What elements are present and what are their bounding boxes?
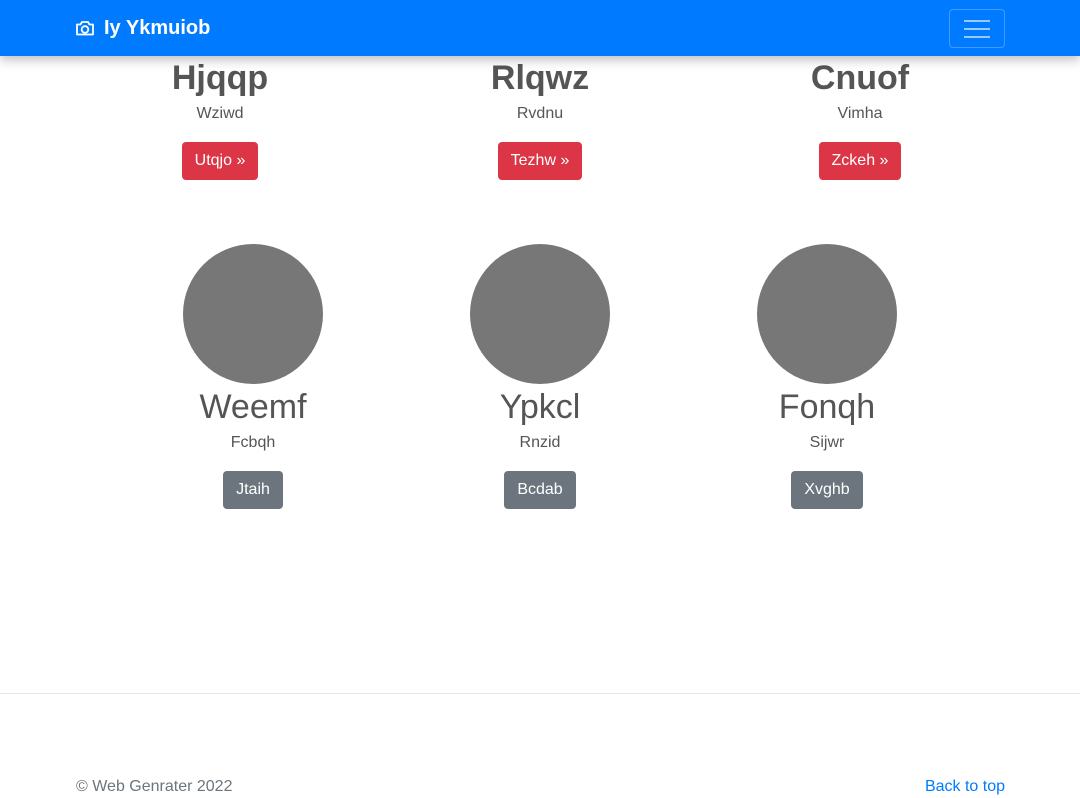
navbar-toggler-button[interactable] (949, 9, 1005, 48)
card-heading: Ypkcl (499, 388, 581, 426)
back-to-top-link[interactable]: Back to top (925, 777, 1005, 797)
card-text: Vimha (837, 105, 883, 122)
profile-card: Fonqh Sijwr Xvghb (737, 244, 917, 509)
copyright-text: © Web Genrater 2022 (76, 778, 233, 795)
card-action-button[interactable]: Jtaih (223, 471, 283, 509)
card-text: Rnzid (519, 434, 561, 451)
brand-text: Iy Ykmuiob (104, 17, 211, 39)
avatar (470, 244, 610, 384)
card-action-button[interactable]: Tezhw » (497, 142, 583, 180)
card-heading: Rlqwz (490, 59, 590, 97)
card-action-button[interactable]: Bcdab (504, 471, 576, 509)
profile-card: Weemf Fcbqh Jtaih (163, 244, 343, 509)
card-heading: Fonqh (778, 388, 876, 426)
feature-card: Cnuof Vimha Zckeh » (790, 58, 930, 180)
avatar (183, 244, 323, 384)
profile-card: Ypkcl Rnzid Bcdab (450, 244, 630, 509)
card-action-button[interactable]: Utqjo » (181, 142, 259, 180)
card-text: Rvdnu (516, 105, 564, 122)
feature-card: Hjqqp Wziwd Utqjo » (150, 58, 290, 180)
card-text: Sijwr (809, 434, 845, 451)
card-text: Wziwd (196, 105, 244, 122)
card-heading: Weemf (199, 388, 307, 426)
card-heading: Cnuof (810, 59, 910, 97)
card-action-button[interactable]: Zckeh » (818, 142, 902, 180)
footer-divider (0, 693, 1080, 694)
card-action-button[interactable]: Xvghb (791, 471, 863, 509)
card-heading: Hjqqp (171, 59, 269, 97)
camera-icon (76, 21, 94, 36)
navbar: Iy Ykmuiob (0, 0, 1080, 56)
navbar-brand[interactable]: Iy Ykmuiob (75, 17, 210, 39)
feature-card: Rlqwz Rvdnu Tezhw » (470, 58, 610, 180)
avatar (757, 244, 897, 384)
hamburger-menu-icon (964, 19, 990, 38)
card-text: Fcbqh (230, 434, 276, 451)
